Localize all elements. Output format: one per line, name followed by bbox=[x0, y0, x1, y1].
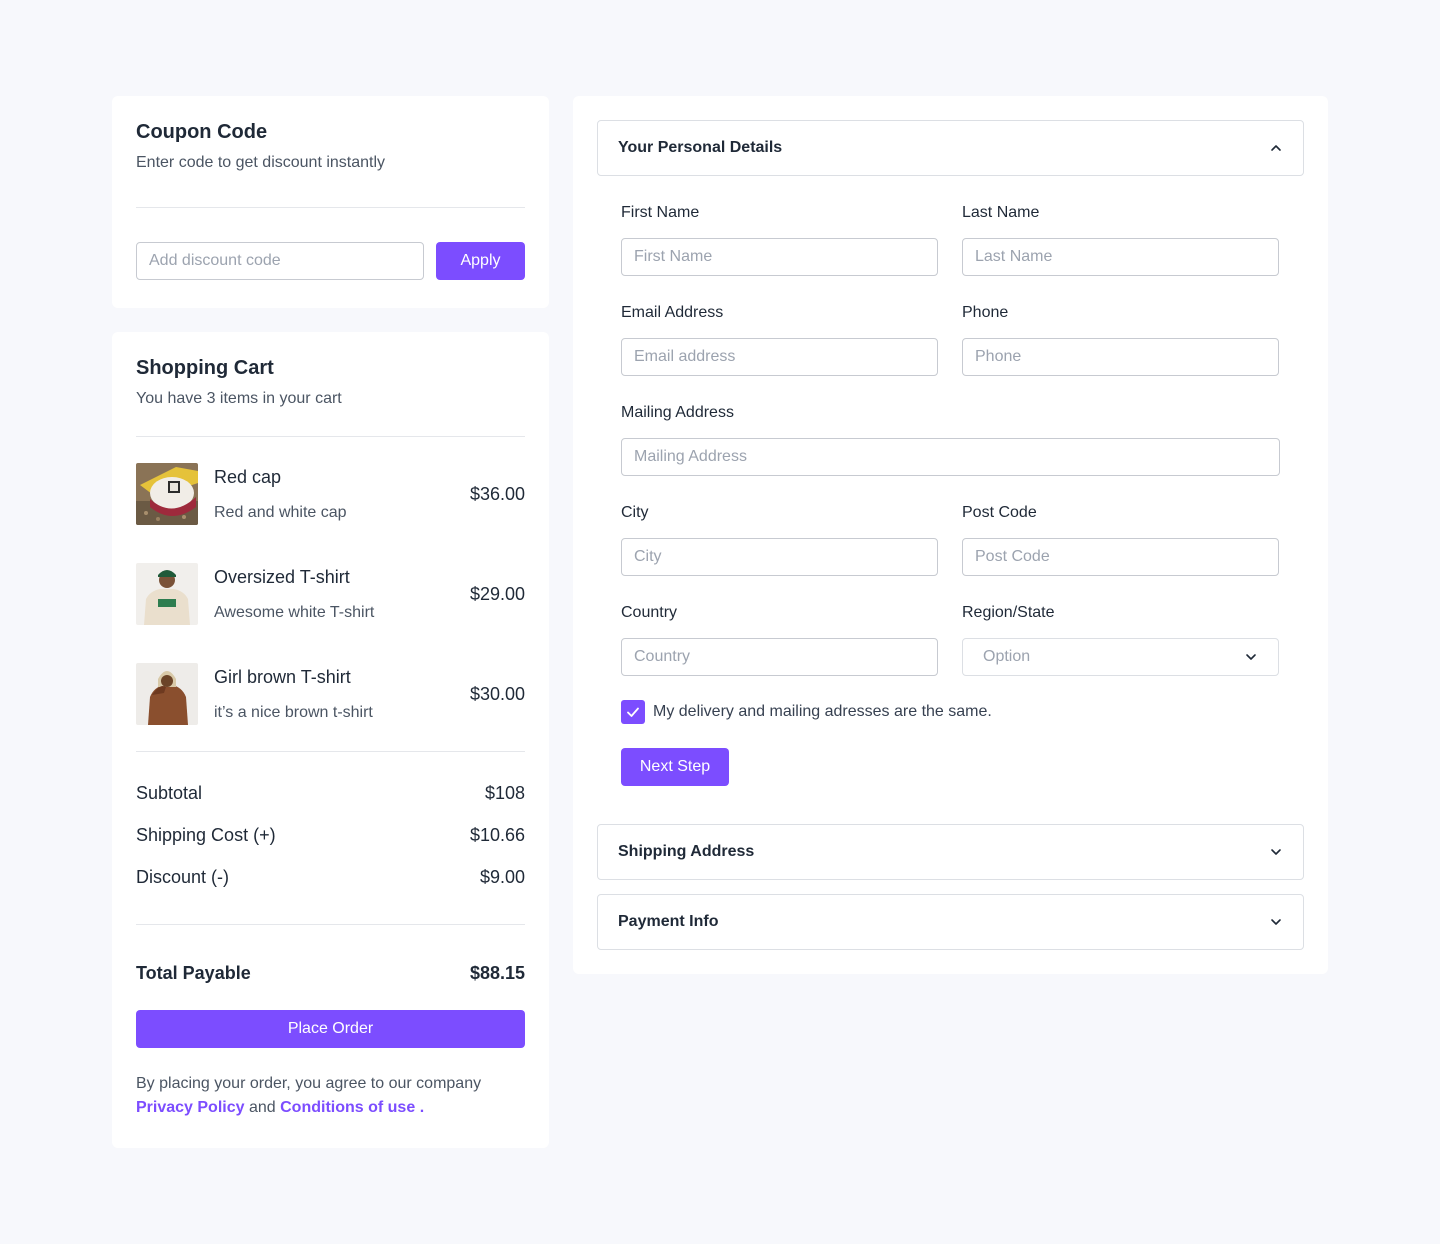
shipping-cost-label: Shipping Cost (+) bbox=[136, 824, 276, 845]
last-name-field: Last Name bbox=[962, 202, 1279, 276]
payment-info-accordion[interactable]: Payment Info bbox=[597, 894, 1304, 950]
shipping-cost-row: Shipping Cost (+) $10.66 bbox=[136, 814, 525, 856]
total-value: $88.15 bbox=[469, 963, 525, 983]
agreement-prefix: By placing your order, you agree to our … bbox=[136, 1075, 482, 1092]
phone-field: Phone bbox=[962, 302, 1279, 376]
chevron-down-icon bbox=[1271, 849, 1281, 855]
shipping-address-title: Shipping Address bbox=[618, 843, 755, 860]
item-description: Awesome white T-shirt bbox=[214, 603, 375, 621]
post-code-input[interactable] bbox=[962, 538, 1279, 576]
item-price: $29.00 bbox=[469, 583, 525, 604]
chevron-up-icon bbox=[1271, 145, 1281, 151]
phone-label: Phone bbox=[962, 304, 1009, 321]
divider bbox=[136, 924, 525, 925]
divider bbox=[136, 436, 525, 437]
first-name-label: First Name bbox=[621, 204, 700, 221]
item-price: $30.00 bbox=[469, 683, 525, 704]
shipping-address-accordion[interactable]: Shipping Address bbox=[597, 824, 1304, 880]
item-price: $36.00 bbox=[469, 483, 525, 504]
chevron-down-icon bbox=[1246, 654, 1256, 660]
white-tshirt-photo bbox=[136, 563, 198, 625]
agreement-text: By placing your order, you agree to our … bbox=[136, 1072, 525, 1120]
post-code-field: Post Code bbox=[962, 502, 1279, 576]
cart-item: Red cap Red and white cap $36.00 bbox=[136, 463, 525, 525]
personal-details-title: Your Personal Details bbox=[618, 139, 783, 156]
coupon-card: Coupon Code Enter code to get discount i… bbox=[112, 96, 549, 308]
email-label: Email Address bbox=[621, 304, 724, 321]
email-input[interactable] bbox=[621, 338, 938, 376]
coupon-subtitle: Enter code to get discount instantly bbox=[136, 154, 386, 171]
mailing-address-field: Mailing Address bbox=[621, 402, 1280, 476]
subtotal-label: Subtotal bbox=[136, 782, 203, 803]
first-name-input[interactable] bbox=[621, 238, 938, 276]
same-address-checkbox[interactable] bbox=[621, 700, 645, 724]
item-name: Girl brown T-shirt bbox=[214, 666, 351, 687]
region-label: Region/State bbox=[962, 604, 1055, 621]
item-description: it’s a nice brown t-shirt bbox=[214, 703, 373, 721]
last-name-input[interactable] bbox=[962, 238, 1279, 276]
country-field: Country bbox=[621, 602, 938, 676]
coupon-form: Apply bbox=[136, 242, 525, 280]
shipping-cost-value: $10.66 bbox=[469, 824, 525, 845]
cart-subtitle: You have 3 items in your cart bbox=[136, 390, 342, 407]
conditions-of-use-link[interactable]: Conditions of use bbox=[280, 1099, 415, 1116]
post-code-label: Post Code bbox=[962, 504, 1037, 521]
cart-item: Oversized T-shirt Awesome white T-shirt … bbox=[136, 563, 525, 625]
payment-info-title: Payment Info bbox=[618, 913, 719, 930]
check-icon bbox=[627, 707, 639, 717]
discount-label: Discount (-) bbox=[136, 866, 230, 887]
email-field: Email Address bbox=[621, 302, 938, 376]
apply-button[interactable]: Apply bbox=[436, 242, 525, 280]
red-cap-photo bbox=[136, 463, 198, 525]
brown-tshirt-photo bbox=[136, 663, 198, 725]
mailing-address-input[interactable] bbox=[621, 438, 1280, 476]
total-row: Total Payable $88.15 bbox=[136, 963, 525, 984]
region-field: Region/State Option bbox=[962, 602, 1279, 676]
conditions-period: . bbox=[419, 1099, 425, 1116]
first-name-field: First Name bbox=[621, 202, 938, 276]
privacy-policy-link[interactable]: Privacy Policy bbox=[136, 1099, 245, 1116]
region-select[interactable]: Option bbox=[962, 638, 1279, 676]
item-description: Red and white cap bbox=[214, 503, 347, 521]
place-order-button[interactable]: Place Order bbox=[136, 1010, 525, 1048]
city-input[interactable] bbox=[621, 538, 938, 576]
last-name-label: Last Name bbox=[962, 204, 1040, 221]
item-name: Oversized T-shirt bbox=[214, 566, 350, 587]
divider bbox=[136, 751, 525, 752]
discount-row: Discount (-) $9.00 bbox=[136, 856, 525, 898]
city-field: City bbox=[621, 502, 938, 576]
checkout-card: Your Personal Details First Name Last Na… bbox=[573, 96, 1328, 974]
coupon-title: Coupon Code bbox=[136, 121, 268, 143]
agreement-and: and bbox=[248, 1099, 276, 1116]
cart-title: Shopping Cart bbox=[136, 357, 274, 379]
personal-details-form: First Name Last Name Email Address Phone… bbox=[597, 176, 1304, 786]
region-select-value: Option bbox=[983, 648, 1031, 665]
item-name: Red cap bbox=[214, 466, 282, 487]
subtotal-value: $108 bbox=[484, 782, 525, 803]
cart-item: Girl brown T-shirt it’s a nice brown t-s… bbox=[136, 663, 525, 725]
personal-details-accordion[interactable]: Your Personal Details bbox=[597, 120, 1304, 176]
shopping-cart-card: Shopping Cart You have 3 items in your c… bbox=[112, 332, 549, 1148]
divider bbox=[136, 207, 525, 208]
same-address-label: My delivery and mailing adresses are the… bbox=[653, 703, 992, 720]
subtotal-row: Subtotal $108 bbox=[136, 772, 525, 814]
country-label: Country bbox=[621, 604, 678, 621]
same-address-row: My delivery and mailing adresses are the… bbox=[621, 700, 1280, 724]
chevron-down-icon bbox=[1271, 919, 1281, 925]
next-step-button[interactable]: Next Step bbox=[621, 748, 729, 786]
city-label: City bbox=[621, 504, 649, 521]
country-input[interactable] bbox=[621, 638, 938, 676]
discount-code-input[interactable] bbox=[136, 242, 424, 280]
mailing-address-label: Mailing Address bbox=[621, 404, 734, 421]
total-label: Total Payable bbox=[136, 963, 251, 983]
discount-value: $9.00 bbox=[479, 866, 525, 887]
phone-input[interactable] bbox=[962, 338, 1279, 376]
